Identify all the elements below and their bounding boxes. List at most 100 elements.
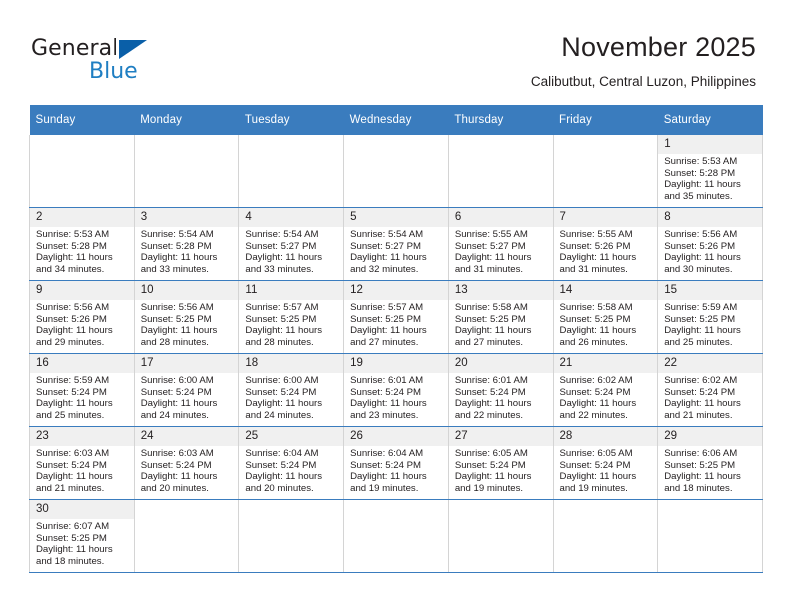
calendar-day-cell[interactable]: 17 Sunrise: 6:00 AM Sunset: 5:24 PM Dayligh… bbox=[133, 353, 240, 427]
day-cell-inner: 16 Sunrise: 5:59 AM Sunset: 5:24 PM Dayligh… bbox=[30, 354, 134, 426]
calendar-week-row: 9 Sunrise: 5:56 AM Sunset: 5:26 PM Daylight… bbox=[29, 280, 763, 354]
calendar-day-cell[interactable]: 25 Sunrise: 6:04 AM Sunset: 5:24 PM Dayligh… bbox=[238, 426, 345, 500]
day-cell-inner: 15 Sunrise: 5:59 AM Sunset: 5:25 PM Dayligh… bbox=[658, 281, 762, 353]
day-details: Sunrise: 5:54 AM Sunset: 5:27 PM Daylight:… bbox=[344, 227, 448, 275]
calendar-day-cell[interactable]: 21 Sunrise: 6:02 AM Sunset: 5:24 PM Dayligh… bbox=[552, 353, 659, 427]
day-details: Sunrise: 6:02 AM Sunset: 5:24 PM Daylight:… bbox=[658, 373, 762, 421]
calendar-day-cell[interactable]: 4 Sunrise: 5:54 AM Sunset: 5:27 PM Daylight… bbox=[238, 207, 345, 281]
calendar-day-cell[interactable]: 29 Sunrise: 6:06 AM Sunset: 5:25 PM Dayligh… bbox=[657, 426, 763, 500]
calendar-day-cell[interactable]: 10 Sunrise: 5:56 AM Sunset: 5:25 PM Dayligh… bbox=[133, 280, 240, 354]
calendar-day-cell[interactable]: 30 Sunrise: 6:07 AM Sunset: 5:25 PM Dayligh… bbox=[29, 499, 135, 573]
calendar-day-cell[interactable]: 15 Sunrise: 5:59 AM Sunset: 5:25 PM Dayligh… bbox=[657, 280, 763, 354]
calendar-day-cell[interactable]: 6 Sunrise: 5:55 AM Sunset: 5:27 PM Daylight… bbox=[447, 207, 554, 281]
daylight-duration-line2: and 31 minutes. bbox=[559, 263, 628, 275]
calendar-day-cell[interactable]: 3 Sunrise: 5:54 AM Sunset: 5:28 PM Daylight… bbox=[133, 207, 240, 281]
weekday-header-thursday: Thursday bbox=[448, 105, 554, 135]
sunrise-time: Sunrise: 6:02 AM bbox=[559, 375, 633, 386]
sunrise-time: Sunrise: 6:00 AM bbox=[245, 375, 319, 386]
day-details: Sunrise: 6:00 AM Sunset: 5:24 PM Daylight:… bbox=[135, 373, 239, 421]
sunset-time: Sunset: 5:24 PM bbox=[350, 386, 422, 398]
calendar-day-cell[interactable]: 16 Sunrise: 5:59 AM Sunset: 5:24 PM Dayligh… bbox=[29, 353, 135, 427]
day-details: Sunrise: 5:58 AM Sunset: 5:25 PM Daylight:… bbox=[554, 300, 658, 348]
calendar-day-cell[interactable]: 20 Sunrise: 6:01 AM Sunset: 5:24 PM Dayligh… bbox=[447, 353, 554, 427]
sunrise-time: Sunrise: 5:53 AM bbox=[36, 229, 110, 240]
calendar-day-cell[interactable]: 2 Sunrise: 5:53 AM Sunset: 5:28 PM Daylight… bbox=[29, 207, 135, 281]
sunrise-time: Sunrise: 6:05 AM bbox=[559, 448, 633, 459]
daylight-duration-line2: and 31 minutes. bbox=[454, 263, 524, 275]
calendar-day-cell[interactable]: 26 Sunrise: 6:04 AM Sunset: 5:24 PM Dayligh… bbox=[343, 426, 449, 500]
calendar-day-cell[interactable]: 28 Sunrise: 6:05 AM Sunset: 5:24 PM Dayligh… bbox=[552, 426, 659, 500]
sunrise-time: Sunrise: 5:53 AM bbox=[664, 156, 738, 167]
daylight-duration-line2: and 25 minutes. bbox=[36, 409, 105, 421]
calendar-day-cell[interactable]: 12 Sunrise: 5:57 AM Sunset: 5:25 PM Dayligh… bbox=[343, 280, 449, 354]
day-number: 6 bbox=[448, 208, 553, 227]
weekday-header-friday: Friday bbox=[553, 105, 658, 135]
day-details: Sunrise: 6:03 AM Sunset: 5:24 PM Daylight:… bbox=[135, 446, 239, 494]
daylight-duration-line2: and 28 minutes. bbox=[140, 336, 209, 348]
calendar-week-row: 30 Sunrise: 6:07 AM Sunset: 5:25 PM Dayligh… bbox=[29, 499, 763, 573]
daylight-duration-line2: and 24 minutes. bbox=[245, 409, 314, 421]
daylight-duration-line2: and 20 minutes. bbox=[140, 482, 209, 494]
daylight-duration-line1: Daylight: 11 hours bbox=[245, 325, 323, 337]
calendar-day-cell[interactable]: 1 Sunrise: 5:53 AM Sunset: 5:28 PM Daylight… bbox=[657, 135, 763, 208]
day-details: Sunrise: 5:59 AM Sunset: 5:25 PM Daylight:… bbox=[658, 300, 762, 348]
daylight-duration-line1: Daylight: 11 hours bbox=[664, 471, 741, 483]
day-details: Sunrise: 5:57 AM Sunset: 5:25 PM Daylight:… bbox=[239, 300, 343, 348]
day-details: Sunrise: 5:53 AM Sunset: 5:28 PM Daylight:… bbox=[30, 227, 134, 275]
day-number: 11 bbox=[239, 281, 344, 300]
day-details: Sunrise: 6:04 AM Sunset: 5:24 PM Daylight:… bbox=[344, 446, 448, 494]
calendar-day-cell[interactable]: 7 Sunrise: 5:55 AM Sunset: 5:26 PM Daylight… bbox=[552, 207, 659, 281]
calendar-day-cell[interactable]: 19 Sunrise: 6:01 AM Sunset: 5:24 PM Dayligh… bbox=[343, 353, 449, 427]
sunrise-time: Sunrise: 5:56 AM bbox=[140, 302, 214, 313]
calendar-day-cell[interactable]: 9 Sunrise: 5:56 AM Sunset: 5:26 PM Daylight… bbox=[29, 280, 135, 354]
calendar-day-cell[interactable]: 14 Sunrise: 5:58 AM Sunset: 5:25 PM Dayligh… bbox=[552, 280, 659, 354]
day-number: 30 bbox=[30, 500, 134, 519]
sunset-time: Sunset: 5:25 PM bbox=[350, 313, 422, 325]
calendar-page: General Blue November 2025 Calibutbut, C… bbox=[0, 0, 792, 612]
sunset-time: Sunset: 5:24 PM bbox=[140, 459, 212, 471]
day-cell-inner bbox=[658, 500, 762, 572]
calendar-day-cell[interactable]: 5 Sunrise: 5:54 AM Sunset: 5:27 PM Daylight… bbox=[343, 207, 449, 281]
day-details: Sunrise: 6:05 AM Sunset: 5:24 PM Daylight:… bbox=[554, 446, 658, 494]
sunrise-time: Sunrise: 6:04 AM bbox=[350, 448, 424, 459]
page-subtitle: Calibutbut, Central Luzon, Philippines bbox=[530, 74, 756, 89]
day-number: 15 bbox=[658, 281, 762, 300]
calendar-day-cell[interactable]: 22 Sunrise: 6:02 AM Sunset: 5:24 PM Dayligh… bbox=[657, 353, 763, 427]
daylight-duration-line1: Daylight: 11 hours bbox=[140, 252, 218, 264]
title-block: November 2025 Calibutbut, Central Luzon,… bbox=[531, 30, 756, 91]
daylight-duration-line2: and 28 minutes. bbox=[245, 336, 314, 348]
daylight-duration-line2: and 23 minutes. bbox=[350, 409, 419, 421]
day-number: 20 bbox=[448, 354, 553, 373]
calendar-day-cell[interactable]: 24 Sunrise: 6:03 AM Sunset: 5:24 PM Dayligh… bbox=[133, 426, 240, 500]
daylight-duration-line2: and 30 minutes. bbox=[664, 263, 733, 275]
sunset-time: Sunset: 5:24 PM bbox=[559, 459, 631, 471]
sunrise-time: Sunrise: 6:05 AM bbox=[454, 448, 528, 459]
calendar-day-cell[interactable]: 23 Sunrise: 6:03 AM Sunset: 5:24 PM Dayligh… bbox=[29, 426, 135, 500]
calendar-day-cell[interactable]: 13 Sunrise: 5:58 AM Sunset: 5:25 PM Dayligh… bbox=[447, 280, 554, 354]
daylight-duration-line2: and 29 minutes. bbox=[36, 336, 105, 348]
general-blue-logo[interactable]: General Blue bbox=[31, 36, 231, 88]
day-cell-inner: 21 Sunrise: 6:02 AM Sunset: 5:24 PM Dayligh… bbox=[553, 354, 658, 426]
sunrise-time: Sunrise: 5:57 AM bbox=[350, 302, 424, 313]
day-number: 10 bbox=[134, 281, 239, 300]
day-number: 12 bbox=[344, 281, 448, 300]
day-cell-inner bbox=[239, 135, 343, 207]
day-cell-inner bbox=[344, 135, 448, 207]
logo-triangle-icon bbox=[119, 40, 147, 59]
calendar-body: 1 Sunrise: 5:53 AM Sunset: 5:28 PM Daylight… bbox=[29, 135, 763, 573]
daylight-duration-line1: Daylight: 11 hours bbox=[36, 325, 113, 337]
sunrise-time: Sunrise: 5:54 AM bbox=[350, 229, 424, 240]
sunset-time: Sunset: 5:24 PM bbox=[454, 459, 526, 471]
weekday-header-wednesday: Wednesday bbox=[343, 105, 449, 135]
daylight-duration-line1: Daylight: 11 hours bbox=[140, 471, 218, 483]
daylight-duration-line1: Daylight: 11 hours bbox=[36, 471, 113, 483]
calendar-day-cell[interactable]: 8 Sunrise: 5:56 AM Sunset: 5:26 PM Daylight… bbox=[657, 207, 763, 281]
calendar-day-cell[interactable]: 18 Sunrise: 6:00 AM Sunset: 5:24 PM Dayligh… bbox=[238, 353, 345, 427]
day-number: 19 bbox=[344, 354, 448, 373]
daylight-duration-line2: and 19 minutes. bbox=[454, 482, 524, 494]
day-details: Sunrise: 6:06 AM Sunset: 5:25 PM Daylight:… bbox=[658, 446, 762, 494]
sunset-time: Sunset: 5:26 PM bbox=[36, 313, 107, 325]
calendar-day-cell[interactable]: 27 Sunrise: 6:05 AM Sunset: 5:24 PM Dayligh… bbox=[447, 426, 554, 500]
calendar-day-cell[interactable]: 11 Sunrise: 5:57 AM Sunset: 5:25 PM Dayligh… bbox=[238, 280, 345, 354]
day-number: 27 bbox=[448, 427, 553, 446]
